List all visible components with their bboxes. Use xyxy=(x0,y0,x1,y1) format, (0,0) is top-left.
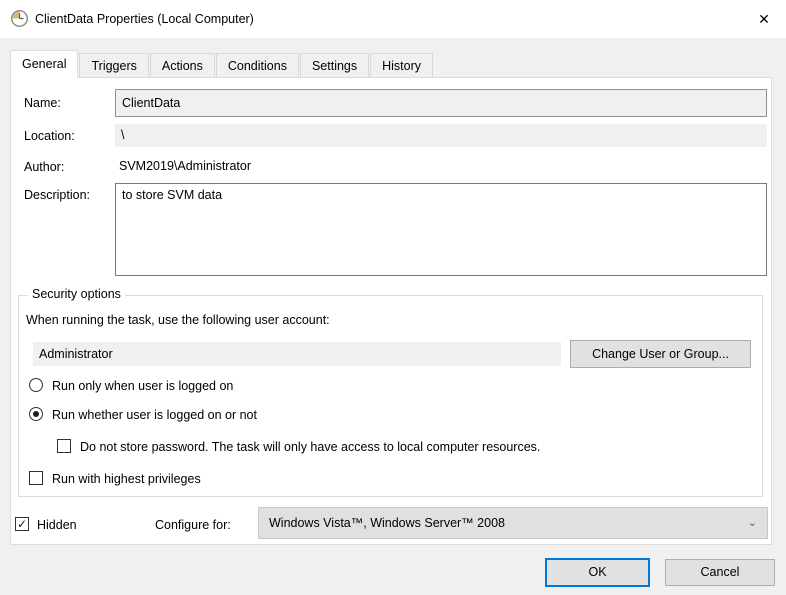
tab-general[interactable]: General xyxy=(10,50,78,78)
author-value: SVM2019\Administrator xyxy=(119,159,251,173)
checkbox-highest-privileges[interactable] xyxy=(29,471,43,485)
radio-run-whether-logged-on[interactable] xyxy=(29,407,43,421)
configure-for-value: Windows Vista™, Windows Server™ 2008 xyxy=(269,516,505,530)
security-options-legend: Security options xyxy=(28,287,125,301)
radio-run-only-logged-on[interactable] xyxy=(29,378,43,392)
radio-run-whether-logged-on-label[interactable]: Run whether user is logged on or not xyxy=(52,408,257,422)
task-scheduler-clock-icon xyxy=(11,10,28,27)
tab-strip: General Triggers Actions Conditions Sett… xyxy=(10,50,434,78)
account-hint-text: When running the task, use the following… xyxy=(26,313,330,327)
chevron-down-icon: ⌄ xyxy=(748,508,757,538)
location-value: \ xyxy=(115,124,767,147)
name-label: Name: xyxy=(24,96,61,110)
change-user-button[interactable]: Change User or Group... xyxy=(570,340,751,368)
title-bar: ClientData Properties (Local Computer) ✕ xyxy=(0,0,786,38)
checkbox-hidden-label[interactable]: Hidden xyxy=(37,518,77,532)
radio-run-only-logged-on-label[interactable]: Run only when user is logged on xyxy=(52,379,233,393)
author-label: Author: xyxy=(24,160,64,174)
checkbox-do-not-store-password-label[interactable]: Do not store password. The task will onl… xyxy=(80,440,540,454)
ok-button[interactable]: OK xyxy=(545,558,650,587)
description-label: Description: xyxy=(24,188,90,202)
tab-conditions[interactable]: Conditions xyxy=(216,53,299,78)
task-properties-dialog: { "window": { "title": "ClientData Prope… xyxy=(0,0,786,595)
checkbox-highest-privileges-label[interactable]: Run with highest privileges xyxy=(52,472,201,486)
tab-actions[interactable]: Actions xyxy=(150,53,215,78)
account-value: Administrator xyxy=(33,342,561,366)
configure-for-label: Configure for: xyxy=(155,518,231,532)
tab-settings[interactable]: Settings xyxy=(300,53,369,78)
location-label: Location: xyxy=(24,129,75,143)
tab-history[interactable]: History xyxy=(370,53,433,78)
description-textarea[interactable]: to store SVM data xyxy=(115,183,767,276)
close-icon[interactable]: ✕ xyxy=(750,6,778,32)
checkbox-hidden[interactable]: ✓ xyxy=(15,517,29,531)
tab-triggers[interactable]: Triggers xyxy=(79,53,148,78)
window-title: ClientData Properties (Local Computer) xyxy=(35,0,254,38)
checkbox-do-not-store-password[interactable] xyxy=(57,439,71,453)
name-input[interactable] xyxy=(115,89,767,117)
cancel-button[interactable]: Cancel xyxy=(665,559,775,586)
configure-for-select[interactable]: Windows Vista™, Windows Server™ 2008 ⌄ xyxy=(258,507,768,539)
